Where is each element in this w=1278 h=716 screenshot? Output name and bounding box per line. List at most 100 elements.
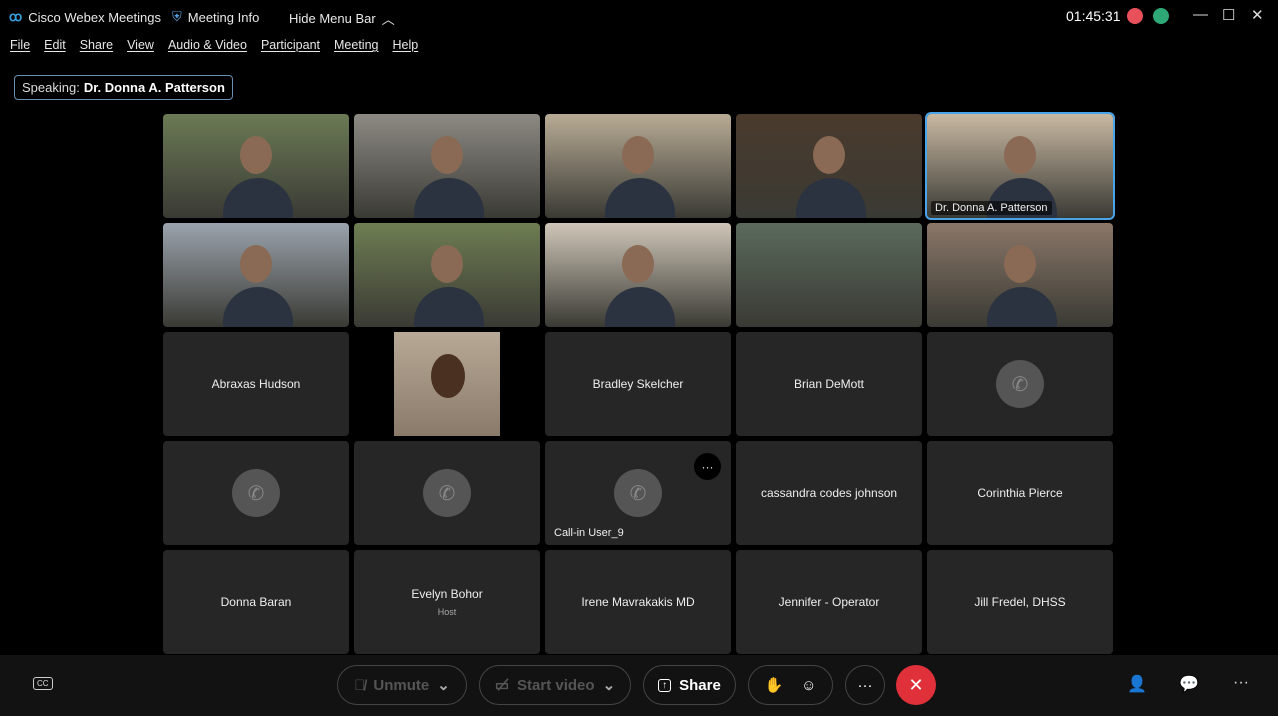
menu-edit[interactable]: Edit [44,38,66,52]
hide-menu-bar-button[interactable]: Hide Menu Bar ︿ [289,9,395,28]
participant-grid: Dr. Donna A. Patterson Abraxas Hudson Brad… [163,112,1115,654]
unmute-button[interactable]: 🎙̸ Unmute ⌄ [337,665,467,705]
participant-tile[interactable]: Irene Mavrakakis MD [545,550,731,654]
video-off-icon: ▭̸ [494,677,510,694]
participant-video [431,354,465,398]
close-icon[interactable]: ✕ [1251,6,1264,24]
tile-more-button[interactable]: ··· [694,453,721,480]
participant-tile[interactable]: Jennifer - Operator [736,550,922,654]
participant-tile[interactable]: Brian DeMott [736,332,922,436]
speaking-label: Speaking: [22,80,80,95]
participant-video [414,178,484,218]
meeting-info-label: Meeting Info [187,9,260,25]
participants-icon[interactable]: 👤 [1127,674,1147,694]
share-button[interactable]: ↑ Share [643,665,736,705]
menu-participant[interactable]: Participant [261,38,320,52]
share-screen-icon: ↑ [658,678,672,692]
webex-logo-icon: ꝏ [9,9,23,24]
participant-name: Jill Fredel, DHSS [974,595,1066,609]
participant-video [796,178,866,218]
participant-tile[interactable] [545,114,731,218]
end-meeting-button[interactable]: ✕ [896,665,936,705]
participant-name: Dr. Donna A. Patterson [931,201,1052,215]
participant-video [1004,136,1036,174]
participant-tile[interactable] [354,114,540,218]
participant-tile[interactable]: Abraxas Hudson [163,332,349,436]
participant-tile[interactable] [163,114,349,218]
close-icon: ✕ [908,674,924,695]
participant-video [987,287,1057,327]
maximize-icon[interactable]: ☐ [1222,6,1235,24]
recording-icon[interactable] [1127,8,1143,24]
participant-name: Donna Baran [220,595,292,609]
participant-video [622,136,654,174]
app-name: Cisco Webex Meetings [28,9,161,25]
more-options-button[interactable]: ··· [845,665,885,705]
raise-hand-icon[interactable]: ✋ [764,676,783,694]
participant-tile[interactable]: Evelyn Bohor Host [354,550,540,654]
participant-tile[interactable] [736,114,922,218]
phone-icon: ✆ [232,469,280,517]
participant-video [414,287,484,327]
participant-tile[interactable]: ✆ [927,332,1113,436]
chevron-down-icon[interactable]: ⌄ [603,676,616,694]
participant-tile[interactable]: Corinthia Pierce [927,441,1113,545]
participant-name: cassandra codes johnson [760,486,898,500]
participant-name: Abraxas Hudson [211,377,301,391]
participant-video [605,178,675,218]
menu-file[interactable]: File [10,38,30,52]
participant-video [431,245,463,283]
menu-audio-video[interactable]: Audio & Video [168,38,247,52]
chat-icon[interactable]: 💬 [1179,674,1199,694]
participant-tile[interactable] [736,223,922,327]
participant-tile[interactable] [163,223,349,327]
participant-tile[interactable]: ✆ [354,441,540,545]
chevron-down-icon[interactable]: ⌄ [437,676,450,694]
meeting-info-button[interactable]: ⛨ Meeting Info [172,9,259,25]
meeting-controls: CC 🎙̸ Unmute ⌄ ▭̸ Start video ⌄ ↑ Share … [0,655,1278,716]
participant-tile[interactable]: Dr. Donna A. Patterson [925,112,1115,220]
participant-tile[interactable]: Jill Fredel, DHSS [927,550,1113,654]
participant-name: Evelyn Bohor [411,587,483,601]
menu-view[interactable]: View [127,38,154,52]
microphone-muted-icon: 🎙̸ [354,676,366,694]
closed-captions-icon[interactable]: CC [33,677,53,690]
participant-video [605,287,675,327]
shield-icon: ⛨ [172,9,182,24]
participant-tile[interactable] [927,223,1113,327]
more-panels-icon[interactable]: ··· [1233,674,1249,692]
participant-name: Brian DeMott [793,377,865,391]
participant-video [394,332,500,436]
phone-icon: ✆ [614,469,662,517]
participant-tile[interactable]: ✆ [163,441,349,545]
host-badge: Host [437,607,457,617]
participant-tile[interactable]: cassandra codes johnson [736,441,922,545]
participant-tile[interactable] [354,223,540,327]
phone-icon: ✆ [996,360,1044,408]
menu-share[interactable]: Share [80,38,113,52]
menu-bar: File Edit Share View Audio & Video Parti… [10,38,432,52]
participant-video [223,178,293,218]
app-title: ꝏ Cisco Webex Meetings [9,9,161,25]
participant-tile[interactable]: Bradley Skelcher [545,332,731,436]
minimize-icon[interactable]: — [1193,6,1208,23]
participant-tile[interactable] [354,332,540,436]
hide-menu-label: Hide Menu Bar [289,11,376,26]
participant-video [1004,245,1036,283]
speaking-indicator: Speaking: Dr. Donna A. Patterson [14,75,233,100]
menu-help[interactable]: Help [392,38,418,52]
menu-meeting[interactable]: Meeting [334,38,378,52]
participant-tile[interactable]: Donna Baran [163,550,349,654]
start-video-button[interactable]: ▭̸ Start video ⌄ [479,665,631,705]
phone-icon: ✆ [423,469,471,517]
network-signal-icon[interactable] [1153,8,1169,24]
participant-tile[interactable]: ✆ Call-in User_9 ··· [545,441,731,545]
share-label: Share [679,676,721,694]
participant-video [223,287,293,327]
participant-video [431,136,463,174]
participant-video [813,136,845,174]
meeting-timer: 01:45:31 [1066,8,1121,24]
chevron-up-icon: ︿ [381,12,395,27]
participant-tile[interactable] [545,223,731,327]
reactions-icon[interactable]: ☺ [801,677,816,694]
